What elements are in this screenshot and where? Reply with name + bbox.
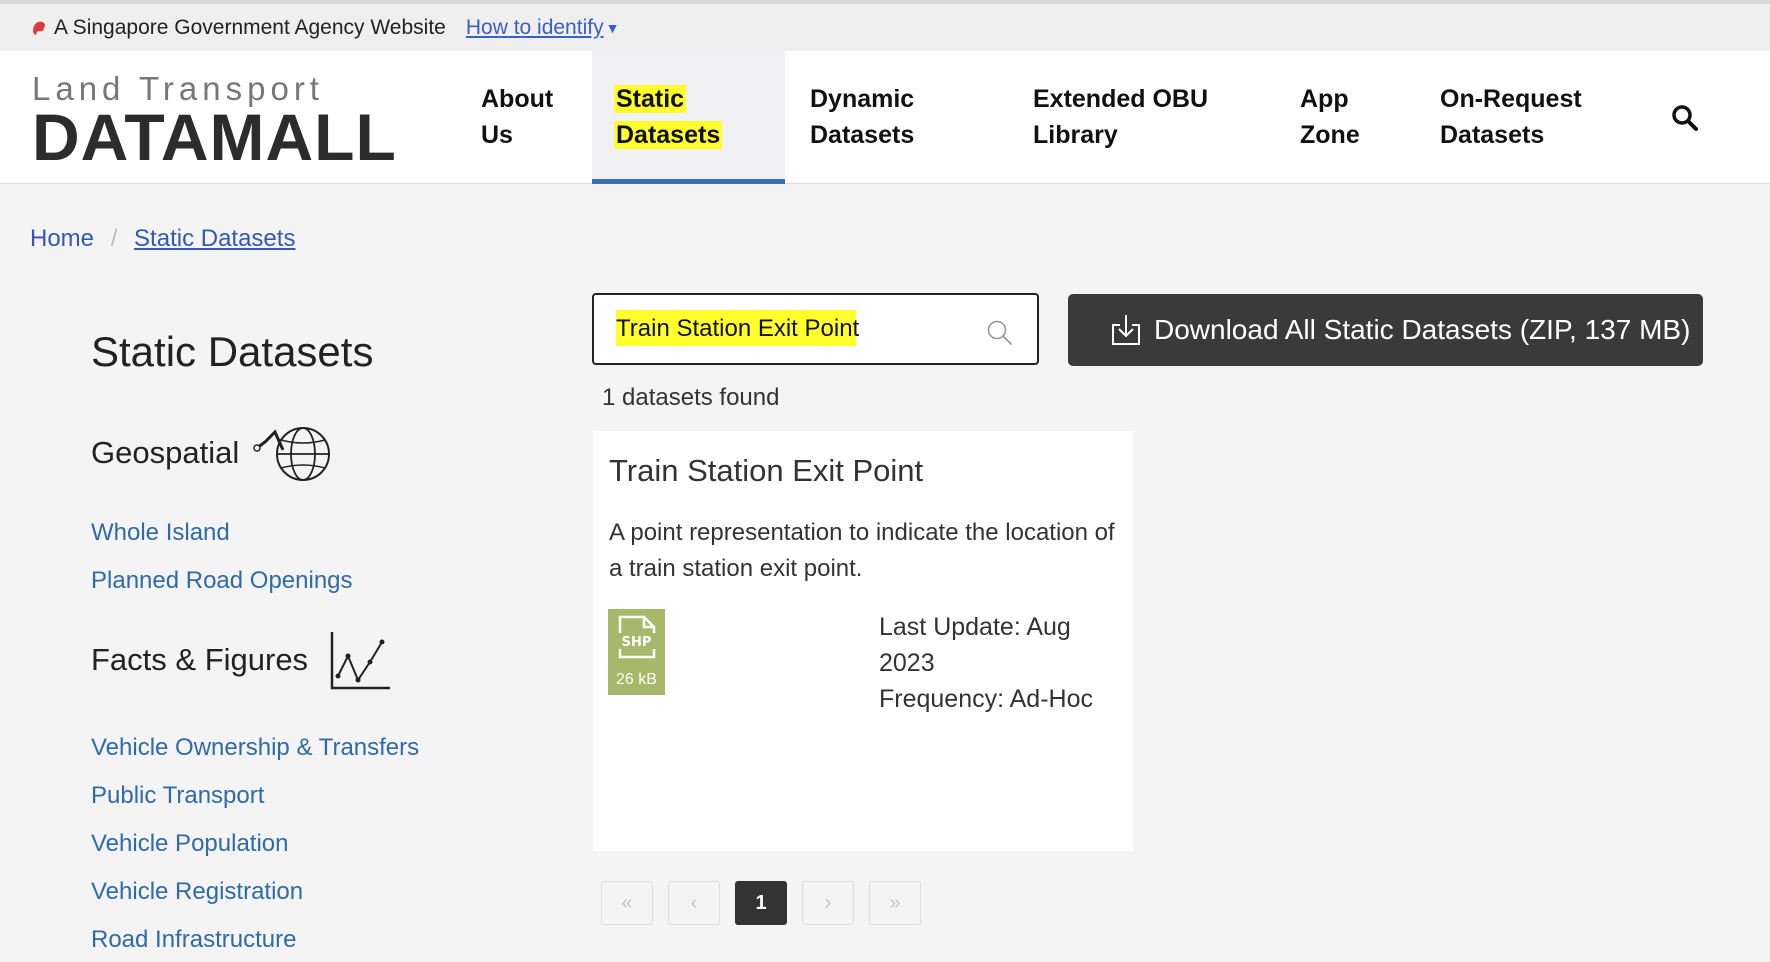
nav-label-line1: About	[481, 85, 554, 113]
nav-extended-obu-library[interactable]: Extended OBU Library	[1033, 51, 1233, 184]
results-count: 1 datasets found	[602, 384, 780, 411]
nav-label-line1: App	[1300, 85, 1349, 113]
breadcrumb-home[interactable]: Home	[30, 225, 94, 252]
pagination-page-current[interactable]: 1	[735, 881, 787, 925]
nav-on-request-datasets[interactable]: On-Request Datasets	[1440, 51, 1620, 184]
sidebar-title: Static Datasets	[91, 328, 374, 375]
lion-head-icon	[33, 21, 46, 35]
sidebar-section-facts-figures: Facts & Figures	[91, 628, 392, 692]
globe-icon	[253, 427, 331, 481]
nav-label-line1: Dynamic	[810, 85, 915, 113]
datamall-logo[interactable]: Land Transport DATAMALL	[32, 71, 397, 174]
search-icon[interactable]	[986, 319, 1014, 347]
frequency: Frequency: Ad-Hoc	[879, 685, 1093, 713]
pagination-last[interactable]: »	[869, 881, 921, 925]
shp-file-icon: SHP	[616, 615, 657, 659]
sidebar-link[interactable]: Whole Island	[91, 519, 230, 547]
nav-label-line1: On-Request	[1440, 85, 1582, 113]
dataset-title[interactable]: Train Station Exit Point	[609, 453, 923, 489]
dataset-search-box[interactable]	[592, 293, 1039, 365]
nav-app-zone[interactable]: App Zone	[1300, 51, 1390, 184]
pagination-next[interactable]: ›	[802, 881, 854, 925]
nav-label-line1: Extended OBU	[1033, 85, 1209, 113]
header-search-icon[interactable]	[1670, 103, 1700, 133]
dataset-meta: Last Update: Aug 2023 Frequency: Ad-Hoc	[879, 609, 1133, 717]
breadcrumb-current[interactable]: Static Datasets	[134, 225, 295, 252]
logo-line2: DATAMALL	[32, 100, 397, 174]
pagination-first[interactable]: «	[601, 881, 653, 925]
gov-masthead: A Singapore Government Agency Website Ho…	[0, 0, 1770, 51]
download-all-label: Download All Static Datasets (ZIP, 137 M…	[1154, 314, 1691, 345]
nav-label-line2: Datasets	[614, 121, 723, 149]
nav-dynamic-datasets[interactable]: Dynamic Datasets	[810, 51, 990, 184]
nav-label-line1: Static	[614, 85, 687, 113]
dataset-search-input[interactable]	[616, 312, 971, 346]
dataset-description: A point representation to indicate the l…	[609, 519, 1115, 582]
how-to-identify-link[interactable]: How to identify	[466, 16, 604, 40]
dataset-card: Train Station Exit Point A point represe…	[593, 431, 1133, 851]
download-icon	[1112, 315, 1140, 345]
shp-download-badge[interactable]: SHP 26 kB	[608, 609, 665, 695]
caret-down-icon[interactable]: ▼	[606, 20, 620, 36]
nav-static-datasets[interactable]: Static Datasets	[592, 51, 785, 184]
pagination: « ‹ 1 › »	[601, 881, 936, 925]
nav-label-line2: Zone	[1300, 121, 1360, 149]
sidebar-section-geospatial: Geospatial	[91, 420, 333, 486]
breadcrumb-separator: /	[110, 225, 118, 252]
pagination-prev[interactable]: ‹	[668, 881, 720, 925]
section-heading: Facts & Figures	[91, 642, 309, 677]
nav-label-line2: Library	[1033, 121, 1118, 149]
last-update: Last Update: Aug 2023	[879, 613, 1071, 677]
sidebar-link[interactable]: Public Transport	[91, 782, 264, 810]
nav-label-line2: Datasets	[1440, 121, 1545, 149]
nav-label-line2: Datasets	[810, 121, 915, 149]
file-type-text: SHP	[622, 635, 652, 650]
file-size: 26 kB	[616, 671, 657, 688]
sidebar-link[interactable]: Vehicle Population	[91, 830, 288, 858]
line-chart-icon	[330, 632, 391, 690]
breadcrumb: Home / Static Datasets	[30, 225, 295, 253]
sidebar-link[interactable]: Vehicle Ownership & Transfers	[91, 734, 419, 762]
nav-label-line2: Us	[481, 121, 513, 149]
sidebar-link[interactable]: Vehicle Registration	[91, 878, 303, 906]
nav-about-us[interactable]: About Us	[481, 51, 591, 184]
agency-text: A Singapore Government Agency Website	[54, 15, 446, 39]
download-all-button[interactable]: Download All Static Datasets (ZIP, 137 M…	[1068, 294, 1703, 366]
section-heading: Geospatial	[91, 435, 240, 470]
sidebar-link[interactable]: Planned Road Openings	[91, 567, 353, 595]
site-header: Land Transport DATAMALL About Us Static …	[0, 51, 1770, 184]
sidebar-link[interactable]: Road Infrastructure	[91, 926, 296, 954]
